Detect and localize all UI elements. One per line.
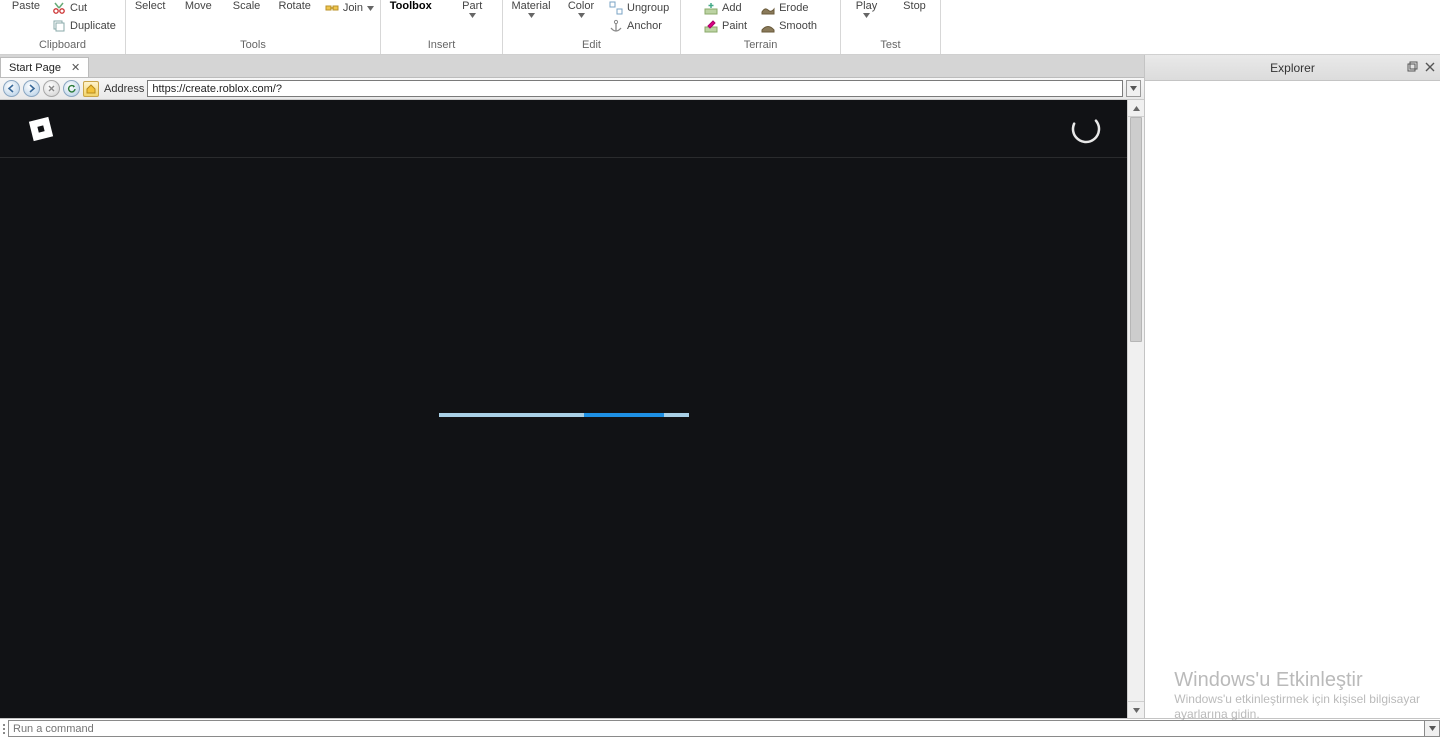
duplicate-button[interactable]: Duplicate <box>52 18 116 34</box>
loading-spinner-icon <box>1069 112 1103 146</box>
status-strip <box>0 738 1440 752</box>
ribbon-group-terrain: Add Paint Erode Smooth Terrain <box>681 0 841 54</box>
toolbox-button[interactable]: Toolbox <box>387 0 435 12</box>
cut-icon <box>52 1 66 15</box>
address-dropdown[interactable] <box>1126 80 1141 97</box>
address-input[interactable] <box>147 80 1123 97</box>
paste-button[interactable]: Paste <box>6 0 46 12</box>
ungroup-icon <box>609 1 623 15</box>
chevron-down-icon <box>863 13 870 18</box>
undock-icon[interactable] <box>1406 60 1419 73</box>
chevron-down-icon <box>469 13 476 18</box>
close-icon[interactable] <box>1423 60 1436 73</box>
chevron-down-icon <box>367 6 374 11</box>
anchor-button[interactable]: Anchor <box>609 18 669 34</box>
join-button[interactable]: Join <box>325 0 374 16</box>
ribbon: Paste Cut Duplicate Clipboard Select Mov… <box>0 0 1440 55</box>
tab-label: Start Page <box>9 62 61 74</box>
start-page-view <box>0 100 1127 718</box>
explorer-panel: Explorer <box>1144 55 1440 718</box>
material-button[interactable]: Material <box>509 0 553 18</box>
scale-button[interactable]: Scale <box>228 0 264 12</box>
cut-button[interactable]: Cut <box>52 0 116 16</box>
duplicate-label: Duplicate <box>70 20 116 32</box>
terrain-smooth-button[interactable]: Smooth <box>761 18 817 34</box>
grip-icon[interactable] <box>0 719 8 738</box>
group-label-insert: Insert <box>387 37 496 54</box>
back-button[interactable] <box>3 80 20 97</box>
terrain-erode-button[interactable]: Erode <box>761 0 817 16</box>
explorer-titlebar: Explorer <box>1145 55 1440 81</box>
scroll-up-button[interactable] <box>1128 100 1144 117</box>
explorer-title-text: Explorer <box>1270 61 1315 75</box>
cut-label: Cut <box>70 2 87 14</box>
refresh-button[interactable] <box>63 80 80 97</box>
command-dropdown[interactable] <box>1425 720 1440 737</box>
ribbon-group-clipboard: Paste Cut Duplicate Clipboard <box>0 0 126 54</box>
paint-icon <box>704 19 718 33</box>
group-label-edit: Edit <box>509 37 674 54</box>
loading-progress-fill <box>584 413 664 417</box>
tab-start-page[interactable]: Start Page ✕ <box>0 57 89 77</box>
document-tab-strip: Start Page ✕ <box>0 55 1144 78</box>
terrain-paint-button[interactable]: Paint <box>704 18 747 34</box>
command-bar <box>0 718 1440 738</box>
rotate-button[interactable]: Rotate <box>277 0 313 12</box>
terrain-add-button[interactable]: Add <box>704 0 747 16</box>
part-button[interactable]: Part <box>449 0 497 18</box>
scroll-thumb[interactable] <box>1130 117 1142 342</box>
add-icon <box>704 1 718 15</box>
erode-icon <box>761 1 775 15</box>
group-label-clipboard: Clipboard <box>6 37 119 54</box>
ungroup-button[interactable]: Ungroup <box>609 0 669 16</box>
loading-progress-track <box>439 413 689 417</box>
stop-nav-button[interactable] <box>43 80 60 97</box>
close-icon[interactable]: ✕ <box>71 61 80 74</box>
page-header <box>0 100 1127 158</box>
anchor-icon <box>609 19 623 33</box>
content-area <box>0 100 1144 718</box>
ribbon-group-tools: Select Move Scale Rotate Join Tools <box>126 0 381 54</box>
chevron-down-icon <box>528 13 535 18</box>
play-button[interactable]: Play <box>850 0 884 18</box>
scroll-down-button[interactable] <box>1128 701 1144 718</box>
home-button[interactable] <box>83 81 99 97</box>
duplicate-icon <box>52 19 66 33</box>
chevron-down-icon <box>578 13 585 18</box>
forward-button[interactable] <box>23 80 40 97</box>
group-label-terrain: Terrain <box>687 37 834 54</box>
address-label: Address <box>104 83 144 95</box>
vertical-scrollbar[interactable] <box>1127 100 1144 718</box>
smooth-icon <box>761 19 775 33</box>
ribbon-group-edit: Material Color Ungroup Anchor Edit <box>503 0 681 54</box>
group-label-test: Test <box>847 37 934 54</box>
ribbon-group-test: Play Stop Test <box>841 0 941 54</box>
command-input[interactable] <box>8 720 1425 737</box>
group-label-tools: Tools <box>132 37 374 54</box>
move-button[interactable]: Move <box>180 0 216 12</box>
select-button[interactable]: Select <box>132 0 168 12</box>
stop-button[interactable]: Stop <box>898 0 932 12</box>
join-icon <box>325 1 339 15</box>
roblox-studio-logo-icon <box>24 112 58 146</box>
color-button[interactable]: Color <box>563 0 599 18</box>
ribbon-group-insert: Toolbox Part Insert <box>381 0 503 54</box>
paste-label: Paste <box>12 0 40 12</box>
browser-nav-bar: Address <box>0 78 1144 100</box>
